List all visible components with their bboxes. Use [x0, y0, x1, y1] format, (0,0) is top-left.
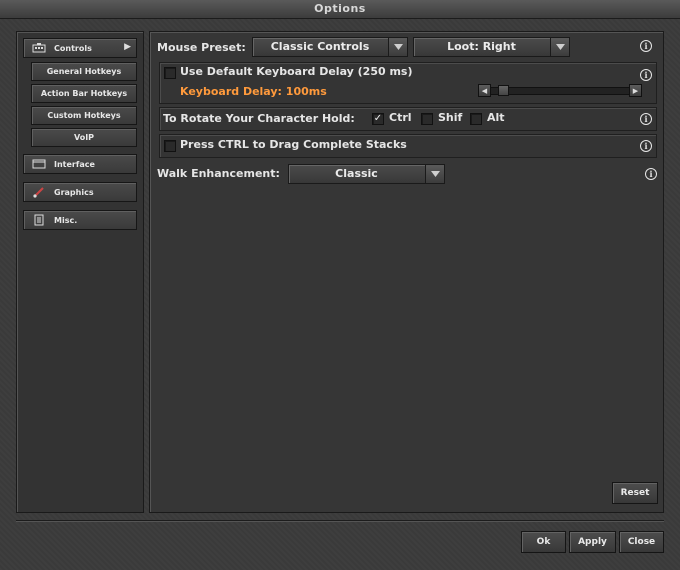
chevron-down-icon[interactable]	[425, 165, 444, 183]
keyboard-delay-value: Keyboard Delay: 100ms	[180, 85, 327, 98]
ctrl-checkbox[interactable]: ✓	[372, 113, 384, 125]
reset-button[interactable]: Reset	[612, 482, 658, 504]
sidebar-item-label: Misc.	[54, 215, 78, 225]
sidebar-item-label: Graphics	[54, 187, 94, 197]
sidebar-item-interface[interactable]: Interface	[23, 154, 137, 174]
document-icon	[32, 214, 46, 226]
sidebar-item-misc[interactable]: Misc.	[23, 210, 137, 230]
divider	[16, 520, 664, 521]
alt-checkbox[interactable]	[470, 113, 482, 125]
info-icon[interactable]: i	[640, 40, 652, 52]
sidebar-item-graphics[interactable]: Graphics	[23, 182, 137, 202]
shift-label: Shif	[438, 111, 463, 124]
chevron-down-icon[interactable]	[550, 38, 569, 56]
sidebar-item-label: Action Bar Hotkeys	[40, 89, 128, 98]
chevron-right-icon: ▶	[124, 42, 131, 52]
slider-left-arrow-icon[interactable]: ◀	[478, 84, 491, 97]
sidebar-item-general-hotkeys[interactable]: General Hotkeys	[31, 62, 137, 81]
shift-checkbox[interactable]	[421, 113, 433, 125]
interface-icon	[32, 158, 46, 170]
loot-value: Loot: Right	[447, 40, 516, 53]
ok-button[interactable]: Ok	[521, 531, 566, 553]
sidebar-item-label: Controls	[54, 43, 92, 53]
default-delay-checkbox[interactable]	[164, 67, 176, 79]
sidebar-item-label: Custom Hotkeys	[47, 111, 121, 120]
controls-panel: Mouse Preset: Classic Controls Loot: Rig…	[149, 31, 664, 513]
drag-stacks-checkbox[interactable]	[164, 140, 176, 152]
paintbrush-icon	[32, 186, 46, 198]
walk-enhancement-dropdown[interactable]: Classic	[288, 164, 445, 184]
sidebar-item-label: Interface	[54, 159, 95, 169]
check-icon: ✓	[373, 113, 383, 124]
close-button[interactable]: Close	[619, 531, 664, 553]
slider-thumb[interactable]	[498, 85, 510, 96]
sidebar-item-custom-hotkeys[interactable]: Custom Hotkeys	[31, 106, 137, 125]
slider-right-arrow-icon[interactable]: ▶	[629, 84, 642, 97]
sidebar-item-action-bar-hotkeys[interactable]: Action Bar Hotkeys	[31, 84, 137, 103]
controls-icon	[32, 42, 46, 54]
ctrl-label: Ctrl	[389, 111, 412, 124]
mouse-preset-dropdown[interactable]: Classic Controls	[252, 37, 408, 57]
alt-label: Alt	[487, 111, 505, 124]
sidebar: Controls ▶ General Hotkeys Action Bar Ho…	[16, 31, 144, 513]
info-icon[interactable]: i	[640, 140, 652, 152]
default-delay-label: Use Default Keyboard Delay (250 ms)	[180, 65, 413, 78]
keyboard-delay-panel: Use Default Keyboard Delay (250 ms) Keyb…	[159, 62, 657, 104]
chevron-down-icon[interactable]	[388, 38, 407, 56]
walk-enhancement-label: Walk Enhancement:	[157, 167, 280, 180]
info-icon[interactable]: i	[640, 69, 652, 81]
sidebar-item-voip[interactable]: VoIP	[31, 128, 137, 147]
info-icon[interactable]: i	[640, 113, 652, 125]
keyboard-delay-slider[interactable]: ◀ ▶	[478, 84, 642, 97]
info-icon[interactable]: i	[645, 168, 657, 180]
loot-dropdown[interactable]: Loot: Right	[413, 37, 570, 57]
sidebar-item-controls[interactable]: Controls ▶	[23, 38, 137, 58]
apply-button[interactable]: Apply	[569, 531, 616, 553]
window-title: Options	[0, 0, 680, 19]
rotate-panel: To Rotate Your Character Hold: ✓ Ctrl Sh…	[159, 107, 657, 131]
drag-stacks-panel: Press CTRL to Drag Complete Stacks i	[159, 134, 657, 158]
sidebar-item-label: General Hotkeys	[46, 67, 122, 76]
mouse-preset-label: Mouse Preset:	[157, 41, 246, 54]
mouse-preset-value: Classic Controls	[270, 40, 370, 53]
slider-track[interactable]	[490, 87, 630, 95]
rotate-label: To Rotate Your Character Hold:	[163, 112, 355, 125]
walk-enhancement-value: Classic	[335, 167, 378, 180]
sidebar-item-label: VoIP	[73, 133, 95, 142]
drag-stacks-label: Press CTRL to Drag Complete Stacks	[180, 138, 407, 151]
